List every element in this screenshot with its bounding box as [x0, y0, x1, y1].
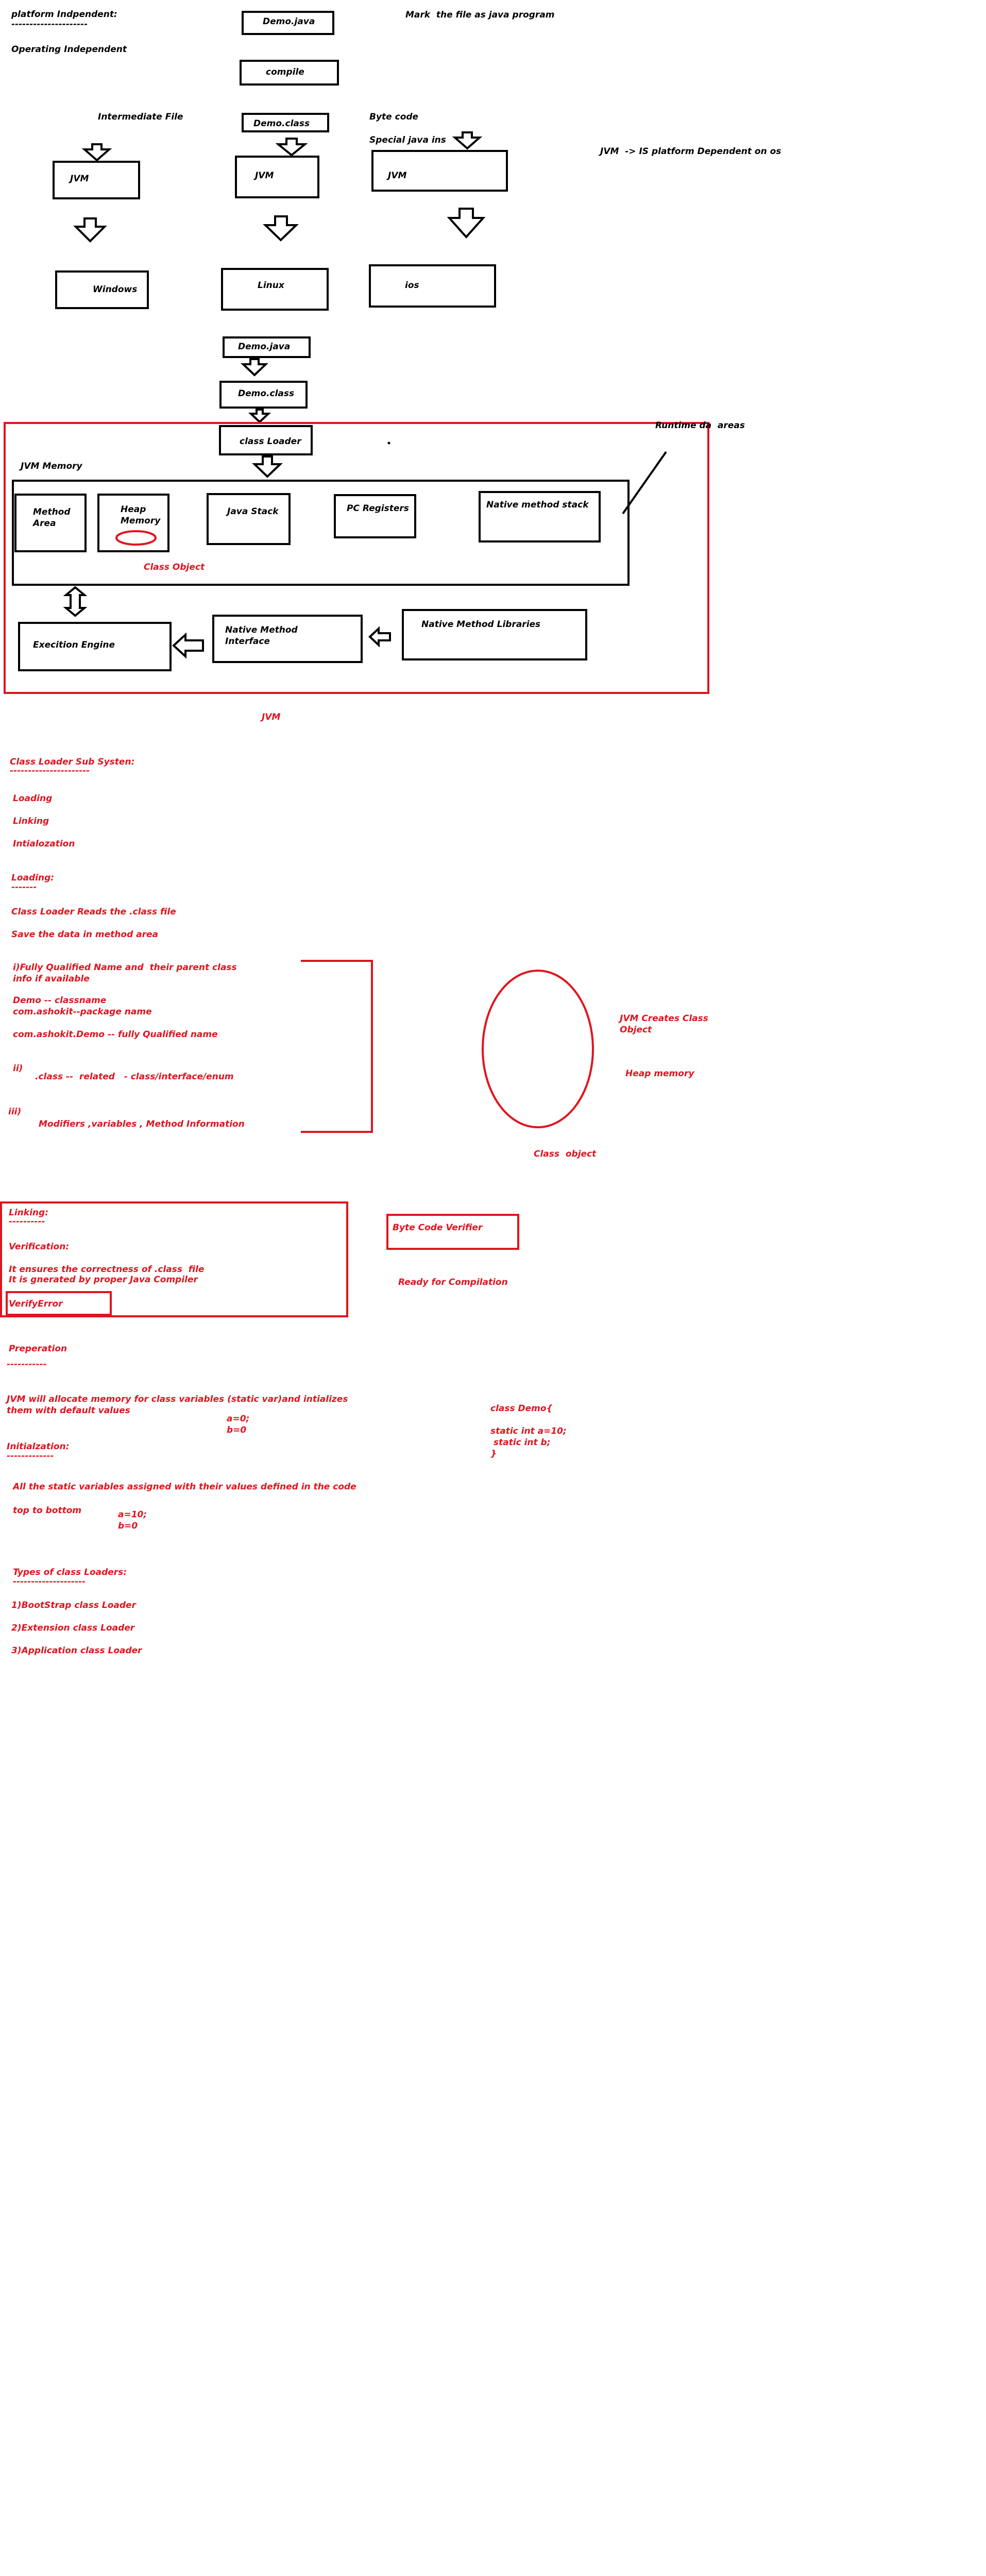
java-stack-box	[207, 493, 291, 545]
left-arrow-icon	[368, 626, 391, 648]
windows-label: Windows	[93, 284, 138, 295]
verification-title: Verification:	[9, 1242, 70, 1252]
linux-label: Linux	[258, 280, 284, 291]
preparation-text: JVM will allocate memory for class varia…	[7, 1394, 348, 1416]
jvm-creates-class-object: JVM Creates Class Object	[620, 1013, 708, 1035]
fully-qualified-text: com.ashokit.Demo -- fully Qualified name	[13, 1029, 218, 1040]
down-arrow-icon	[248, 409, 271, 423]
initialization-line-1: All the static variables assigned with t…	[13, 1482, 356, 1492]
jvm-caption: JVM	[262, 712, 281, 722]
loading-item-ii-label: ii)	[13, 1063, 23, 1074]
demo-class-label: Demo.class	[253, 118, 310, 129]
method-area-label: Method Area	[33, 507, 71, 529]
ready-for-compilation: Ready for Compilation	[398, 1277, 508, 1287]
pc-registers-label: PC Registers	[347, 503, 409, 514]
loading-bracket	[301, 960, 373, 1133]
left-arrow-icon	[172, 632, 204, 659]
extension-loader-item: 2)Extension class Loader	[11, 1623, 135, 1633]
byte-code-verifier-label: Byte Code Verifier	[393, 1223, 483, 1233]
preparation-title: Preperation	[9, 1344, 67, 1354]
compile-label: compile	[266, 67, 304, 77]
bootstrap-loader-item: 1)BootStrap class Loader	[11, 1600, 136, 1611]
jvm-middle-label: JVM	[255, 171, 274, 181]
down-arrow-icon	[452, 131, 483, 150]
class-object-ellipse	[115, 530, 157, 546]
heap-memory-label: Heap Memory	[121, 504, 161, 526]
loading-item-i: i)Fully Qualified Name and their parent …	[13, 962, 237, 984]
jvm-memory-label: JVM Memory	[21, 461, 82, 471]
application-loader-item: 3)Application class Loader	[11, 1646, 142, 1656]
mark-note: Mark the file as java program	[405, 10, 555, 20]
jvm-memory-box	[12, 480, 630, 586]
jvm-platform-note: JVM -> IS platform Dependent on os	[600, 146, 781, 157]
down-arrow-icon	[241, 358, 268, 377]
loading-line-2: Save the data in method area	[11, 929, 159, 940]
runtime-data-areas-frame	[4, 422, 709, 694]
jvm-left-box	[53, 161, 140, 199]
loading-underline: -------	[11, 882, 37, 892]
initialization-line-2: top to bottom	[13, 1505, 82, 1516]
initialization-underline: -------------	[7, 1451, 54, 1461]
class-object-note: Class object	[534, 1149, 597, 1159]
heading-underline: ---------------------	[11, 19, 88, 29]
flow-demo-class-label: Demo.class	[238, 388, 295, 399]
demo-java-label: Demo.java	[263, 16, 315, 27]
subsystem-underline: ----------------------	[10, 766, 90, 776]
linking-line-2: It is gnerated by proper Java Compiler	[9, 1275, 198, 1285]
down-arrow-icon	[81, 143, 112, 162]
class-object-label: Class Object	[144, 562, 205, 572]
dot-mark	[387, 442, 390, 445]
package-name-text: com.ashokit--package name	[13, 1007, 152, 1017]
special-java-ins-label: Special java ins	[369, 135, 446, 145]
heap-memory-ellipse	[482, 970, 594, 1128]
loading-item-ii-text: .class -- related - class/interface/enum	[35, 1072, 234, 1082]
jvm-right-label: JVM	[388, 171, 407, 181]
down-arrow-icon	[447, 208, 486, 239]
subsystem-item-linking: Linking	[13, 816, 49, 826]
diagram-canvas	[0, 11, 709, 1317]
loading-item-iii-label: iii)	[8, 1107, 22, 1117]
demo-classname-text: Demo -- classname	[13, 995, 107, 1006]
native-method-libraries-label: Native Method Libraries	[421, 619, 541, 630]
byte-code-label: Byte code	[369, 112, 419, 122]
double-arrow-icon	[63, 586, 88, 617]
subsystem-item-initialization: Intialozation	[13, 839, 75, 849]
jvm-middle-box	[235, 156, 319, 198]
initialization-values: a=10; b=0	[118, 1510, 147, 1531]
runtime-data-areas-label: Runtime da areas	[655, 420, 745, 431]
java-stack-label: Java Stack	[227, 506, 279, 517]
down-arrow-icon	[252, 455, 283, 478]
intermediate-file-label: Intermediate File	[98, 112, 183, 122]
preparation-defaults: a=0; b=0	[227, 1414, 250, 1435]
class-loader-label: class Loader	[240, 436, 301, 447]
down-arrow-icon	[275, 138, 308, 157]
native-method-interface-label: Native Method Interface	[225, 625, 298, 647]
execution-engine-label: Execition Engine	[33, 640, 115, 650]
jvm-left-label: JVM	[70, 174, 89, 184]
operating-independent-text: Operating Independent	[11, 44, 127, 55]
heap-memory-note: Heap memory	[625, 1069, 694, 1079]
down-arrow-icon	[73, 217, 107, 243]
native-method-libraries-box	[402, 609, 587, 660]
preparation-underline: -----------	[7, 1359, 47, 1369]
native-method-stack-label: Native method stack	[486, 500, 589, 510]
flow-demo-java-label: Demo.java	[238, 342, 291, 352]
demo-class-code: class Demo{ static int a=10; static int …	[490, 1403, 567, 1459]
linking-underline: ----------	[9, 1216, 45, 1227]
verify-error-label: VerifyError	[9, 1299, 63, 1309]
ios-label: ios	[405, 280, 419, 291]
down-arrow-icon	[263, 215, 299, 242]
loading-line-1: Class Loader Reads the .class file	[11, 907, 176, 917]
subsystem-item-loading: Loading	[13, 793, 53, 804]
ios-box	[369, 264, 496, 308]
loading-item-iii-text: Modifiers ,variables , Method Informatio…	[39, 1119, 245, 1129]
pc-registers-box	[334, 494, 416, 538]
linking-line-1: It ensures the correctness of .class fil…	[9, 1264, 205, 1275]
types-underline: --------------------	[13, 1577, 86, 1587]
